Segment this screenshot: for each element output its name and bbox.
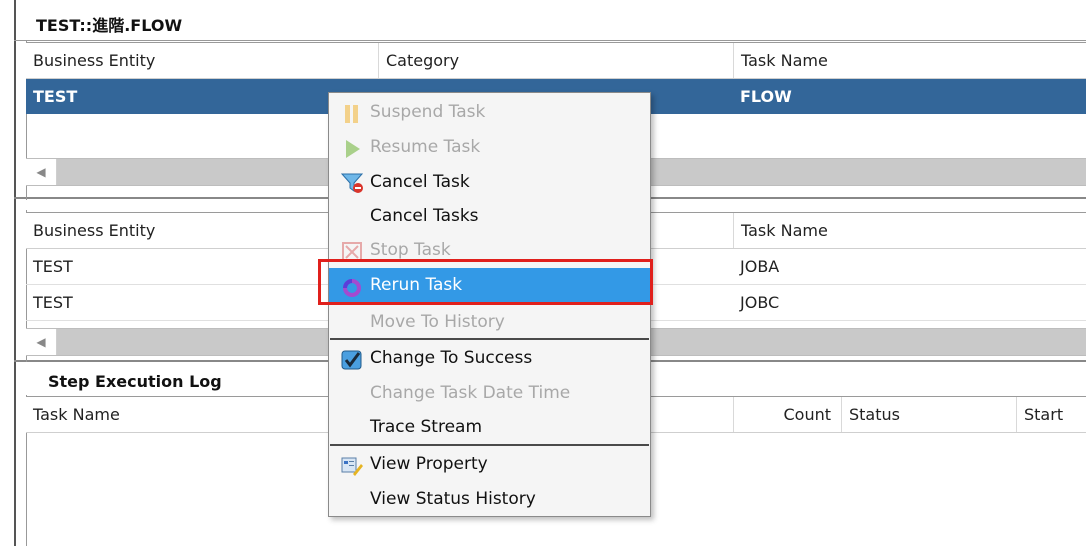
menu-item-view-status-history[interactable]: View Status History	[329, 482, 650, 516]
column-header-count[interactable]: Count	[733, 397, 841, 432]
menu-item-trace-stream[interactable]: Trace Stream	[329, 410, 650, 444]
column-header-task-name[interactable]: Task Name	[733, 213, 1086, 248]
scroll-left-arrow-icon[interactable]: ◀	[26, 159, 57, 185]
menu-item-suspend-task[interactable]: Suspend Task	[329, 95, 650, 129]
column-header-category[interactable]: Category	[378, 43, 733, 78]
column-header-status[interactable]: Status	[841, 397, 1016, 432]
log-title: Step Execution Log	[48, 372, 222, 391]
scroll-left-arrow-icon[interactable]: ◀	[26, 329, 57, 355]
panel-title: TEST::進階.FLOW	[36, 16, 183, 35]
stop-x-icon	[341, 240, 363, 262]
menu-item-label: Cancel Tasks	[370, 206, 479, 226]
property-icon	[341, 454, 363, 476]
filter-cancel-icon	[340, 172, 364, 193]
menu-item-move-to-history[interactable]: Move To History	[329, 305, 650, 339]
table-header: Business Entity Category Task Name	[26, 42, 1086, 79]
menu-item-label: Suspend Task	[370, 102, 486, 122]
menu-item-change-to-success[interactable]: Change To Success	[329, 341, 650, 375]
highlight-annotation-box	[318, 259, 653, 305]
checkbox-icon	[341, 348, 363, 370]
column-header-start[interactable]: Start	[1016, 397, 1086, 432]
menu-item-label: Resume Task	[370, 137, 481, 157]
column-header-task-name[interactable]: Task Name	[733, 43, 1086, 78]
menu-item-view-property[interactable]: View Property	[329, 447, 650, 481]
menu-item-label: View Status History	[370, 489, 536, 509]
menu-item-label: Change To Success	[370, 348, 533, 368]
column-header-business-entity[interactable]: Business Entity	[26, 213, 378, 248]
cell-task-name: JOBA	[740, 257, 780, 276]
panel-frame-left	[14, 0, 16, 546]
panel-frame-top-rule	[14, 40, 1086, 41]
menu-item-cancel-task[interactable]: Cancel Task	[329, 165, 650, 199]
menu-separator	[330, 444, 649, 446]
menu-item-cancel-tasks[interactable]: Cancel Tasks	[329, 199, 650, 233]
cell-business-entity: TEST	[33, 87, 78, 106]
menu-item-label: Trace Stream	[370, 417, 483, 437]
menu-item-label: Change Task Date Time	[370, 383, 571, 403]
menu-item-change-task-date-time[interactable]: Change Task Date Time	[329, 376, 650, 410]
column-header-task-name[interactable]: Task Name	[26, 397, 378, 432]
menu-item-label: View Property	[370, 454, 488, 474]
play-icon	[341, 137, 363, 158]
menu-item-resume-task[interactable]: Resume Task	[329, 130, 650, 164]
cell-task-name: JOBC	[740, 293, 780, 312]
menu-separator	[330, 338, 649, 340]
menu-item-label: Move To History	[370, 312, 505, 332]
pause-icon	[341, 102, 363, 123]
menu-item-label: Cancel Task	[370, 172, 470, 192]
cell-task-name: FLOW	[740, 87, 792, 106]
column-header-business-entity[interactable]: Business Entity	[26, 43, 378, 78]
